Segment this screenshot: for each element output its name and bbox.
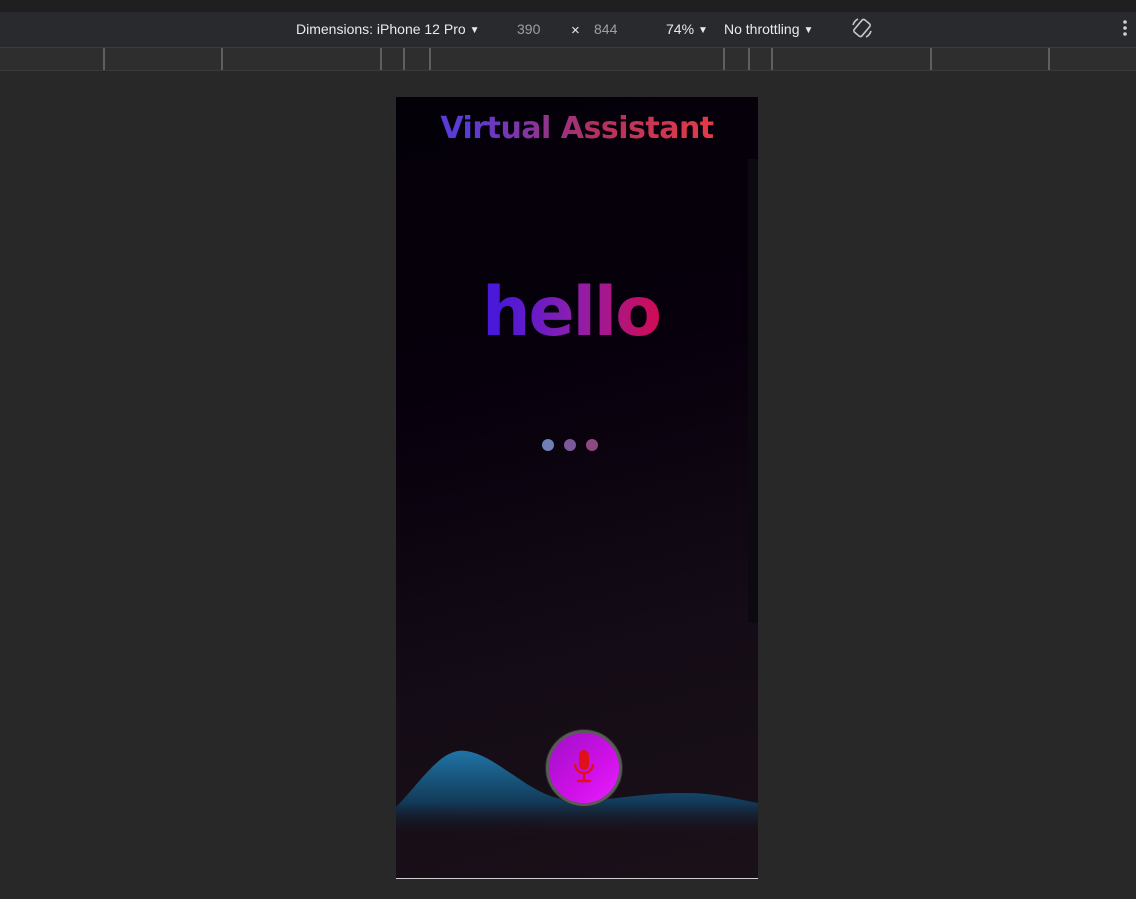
- indicator-dot: [586, 439, 598, 451]
- indicator-dot: [542, 439, 554, 451]
- ruler-tick[interactable]: [748, 48, 750, 70]
- rotate-icon[interactable]: [850, 16, 874, 40]
- app-title: Virtual Assistant: [396, 111, 758, 146]
- caret-down-icon: ▼: [803, 25, 814, 36]
- ruler-tick[interactable]: [380, 48, 382, 70]
- speech-transcript: hello: [396, 273, 746, 352]
- height-input[interactable]: 844: [594, 20, 617, 38]
- zoom-label: 74%: [666, 21, 695, 37]
- microphone-button[interactable]: [546, 730, 622, 806]
- ruler-tick[interactable]: [723, 48, 725, 70]
- throttling-label: No throttling: [724, 21, 800, 37]
- ruler-tick[interactable]: [429, 48, 431, 70]
- more-vert-icon[interactable]: [1118, 16, 1132, 40]
- device-toolbar: Dimensions: iPhone 12 Pro ▼ 390 × 844 74%…: [0, 0, 1136, 48]
- caret-down-icon: ▼: [469, 25, 480, 36]
- dimensions-dropdown[interactable]: Dimensions: iPhone 12 Pro ▼: [296, 20, 480, 40]
- ruler-tick[interactable]: [403, 48, 405, 70]
- throttling-dropdown[interactable]: No throttling ▼: [724, 20, 813, 40]
- ruler-tick[interactable]: [221, 48, 223, 70]
- zoom-dropdown[interactable]: 74% ▼: [666, 20, 708, 40]
- media-query-ruler: [0, 48, 1136, 71]
- ruler-tick[interactable]: [930, 48, 932, 70]
- microphone-icon: [573, 750, 595, 783]
- dimensions-label: Dimensions: iPhone 12 Pro: [296, 21, 466, 37]
- times-icon: ×: [571, 22, 580, 39]
- ruler-tick[interactable]: [1048, 48, 1050, 70]
- scrollbar[interactable]: [748, 159, 758, 623]
- device-viewport: Virtual Assistant hello: [396, 97, 758, 879]
- indicator-dot: [564, 439, 576, 451]
- listening-indicator: [542, 439, 602, 451]
- ruler-tick[interactable]: [771, 48, 773, 70]
- ruler-tick[interactable]: [103, 48, 105, 70]
- width-input[interactable]: 390: [517, 20, 540, 38]
- caret-down-icon: ▼: [698, 25, 708, 36]
